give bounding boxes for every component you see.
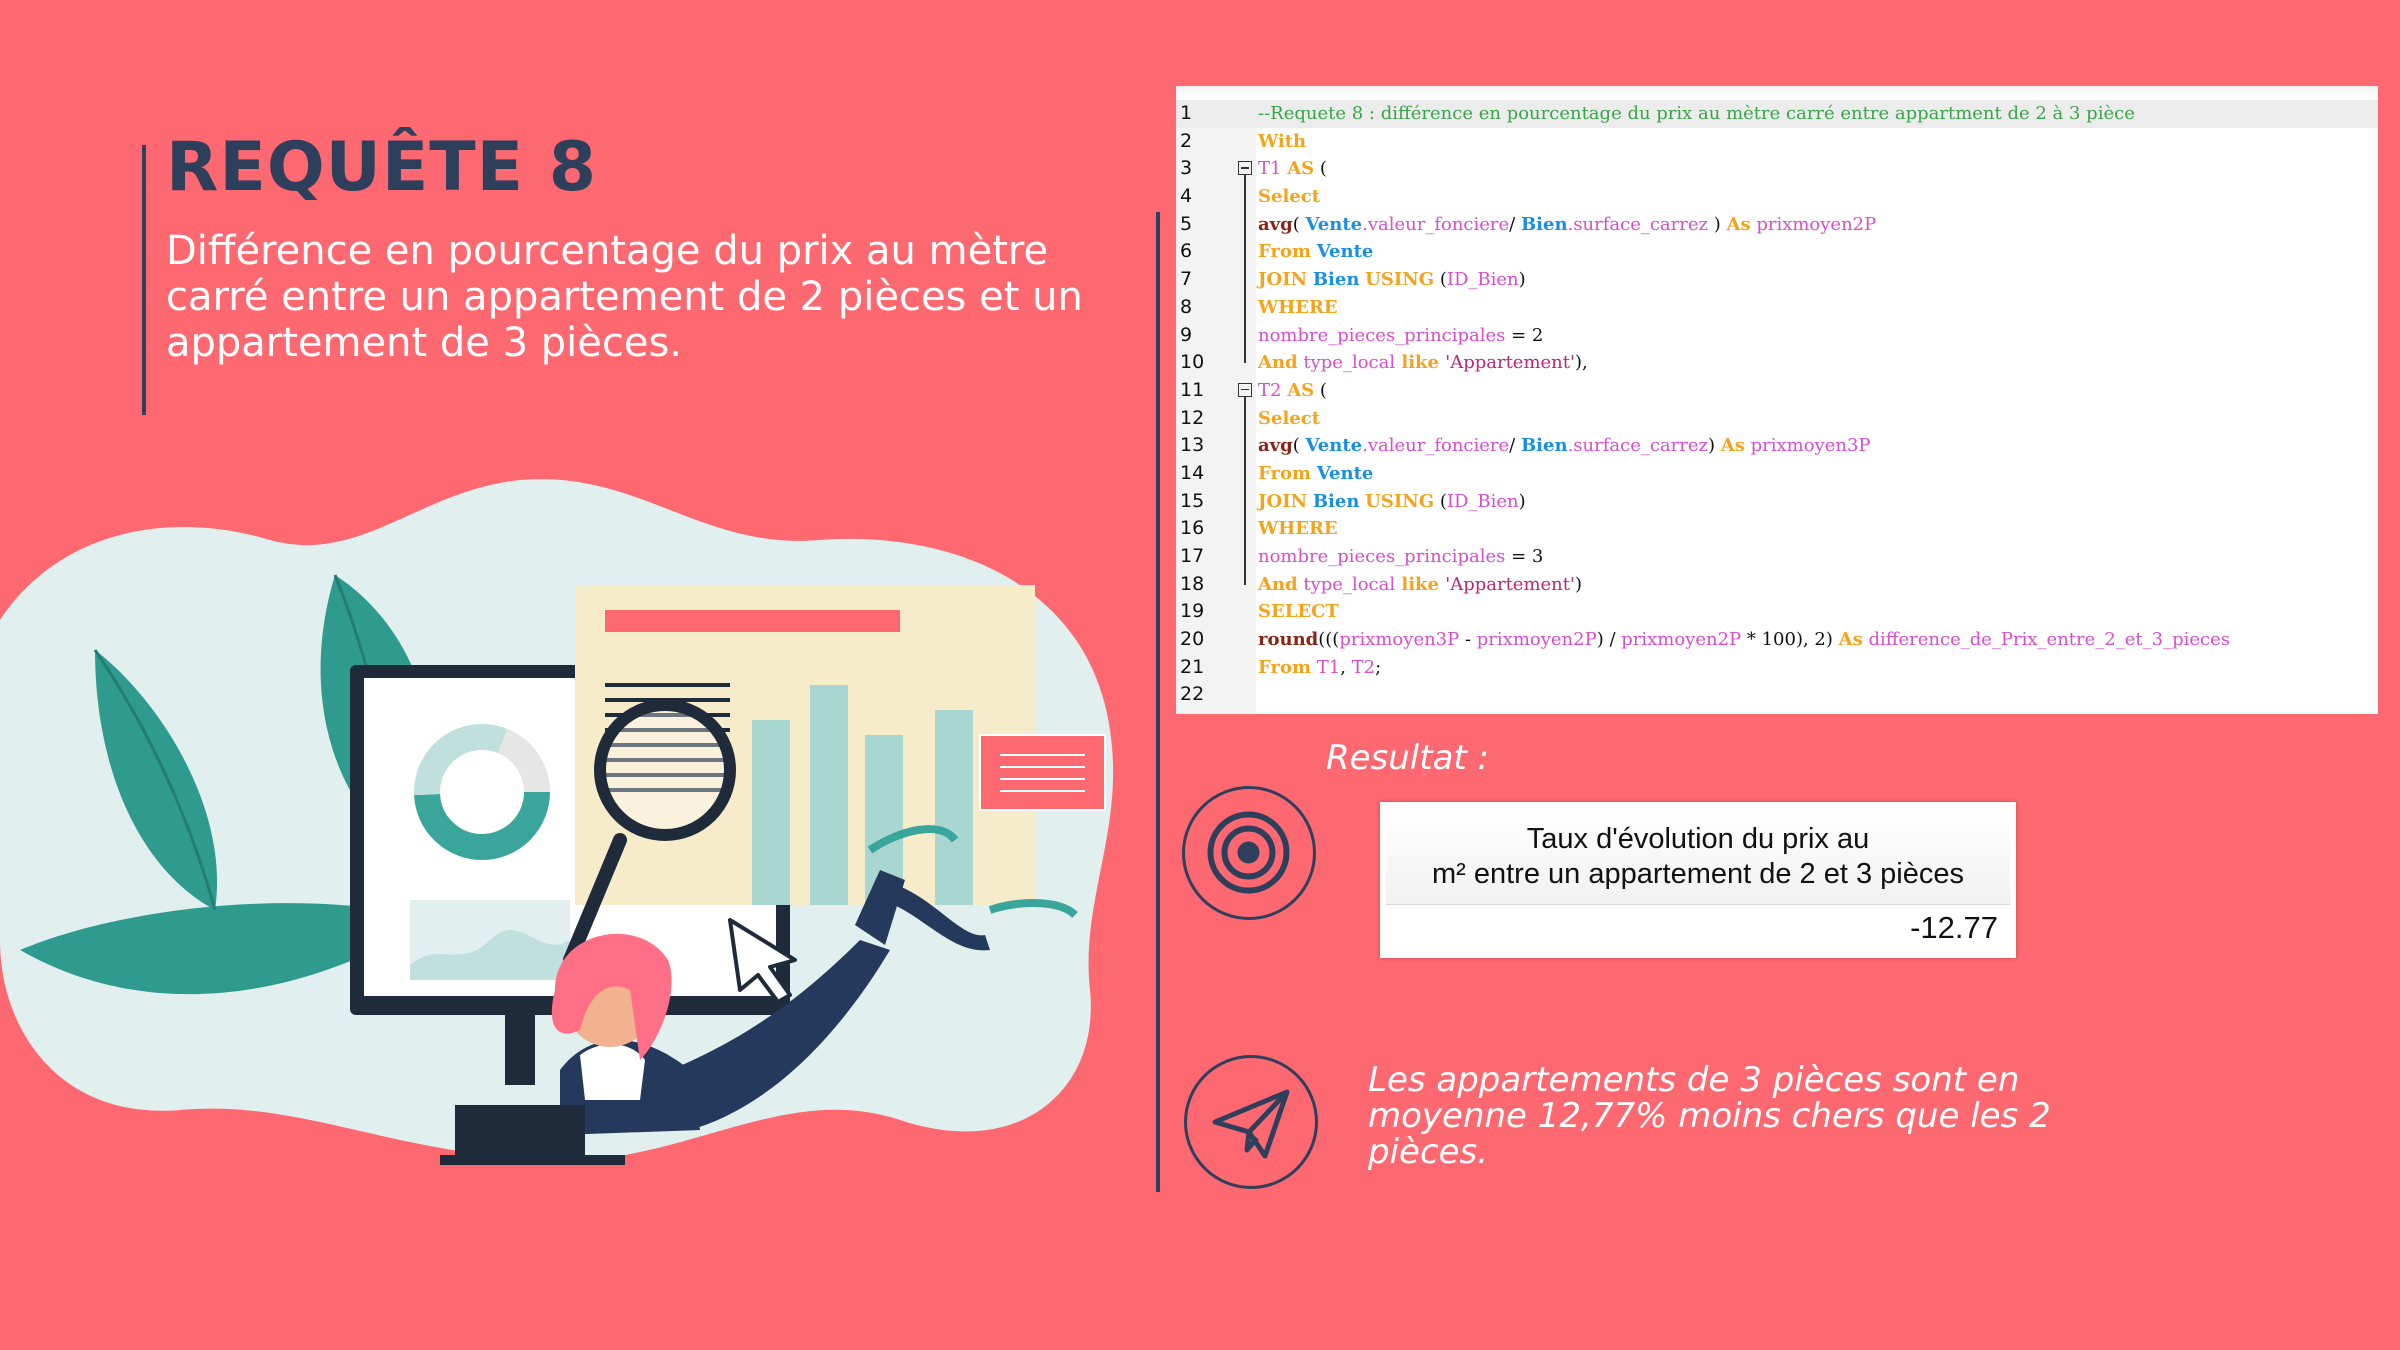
vertical-divider <box>1156 212 1160 1192</box>
line-number: 12 <box>1180 406 1205 429</box>
code-line: 15 JOIN Bien USING (ID_Bien) <box>1176 488 2378 516</box>
code-line: 3 T1 AS ( <box>1176 155 2378 183</box>
code-text: WHERE <box>1258 296 1338 318</box>
data-analysis-illustration <box>0 479 1114 1165</box>
sql-code-lines: 1 --Requete 8 : différence en pourcentage… <box>1176 100 2378 709</box>
code-text: T2 AS ( <box>1258 379 1327 401</box>
code-text: avg( Vente.valeur_fonciere/ Bien.surface… <box>1258 213 1877 235</box>
line-number: 19 <box>1180 600 1205 623</box>
code-text: With <box>1258 130 1307 152</box>
code-text: avg( Vente.valeur_fonciere/ Bien.surface… <box>1258 435 1871 457</box>
code-line: 16 WHERE <box>1176 515 2378 543</box>
code-line: 12 Select <box>1176 405 2378 433</box>
code-text: Select <box>1258 186 1321 208</box>
slide-subtitle: Différence en pourcentage du prix au mèt… <box>166 228 1083 366</box>
line-number: 20 <box>1180 628 1205 651</box>
result-icon-circle <box>1182 786 1316 920</box>
code-text: nombre_pieces_principales = 2 <box>1258 324 1544 346</box>
result-header-line-2: m² entre un appartement de 2 et 3 pièces <box>1432 858 1964 890</box>
code-line: 7 JOIN Bien USING (ID_Bien) <box>1176 266 2378 294</box>
line-number: 11 <box>1180 378 1205 401</box>
code-text: And type_local like 'Appartement'), <box>1258 352 1588 374</box>
line-number: 14 <box>1180 461 1205 484</box>
code-text: From Vente <box>1258 462 1374 484</box>
code-line: 2 With <box>1176 128 2378 156</box>
line-number: 8 <box>1180 295 1193 318</box>
result-header-line-1: Taux d'évolution du prix au <box>1526 823 1870 855</box>
line-number: 6 <box>1180 240 1193 263</box>
code-line: 1 --Requete 8 : différence en pourcentage… <box>1176 100 2378 128</box>
code-line: 18 And type_local like 'Appartement') <box>1176 571 2378 599</box>
result-column-header: Taux d'évolution du prix au m² entre un … <box>1386 808 2010 905</box>
line-number: 13 <box>1180 434 1205 457</box>
code-line: 14 From Vente <box>1176 460 2378 488</box>
code-text: round(((prixmoyen3P - prixmoyen2P) / pri… <box>1258 629 2230 651</box>
code-text: SELECT <box>1258 601 1339 623</box>
resultat-label: Resultat : <box>1326 738 1490 778</box>
code-line: 19 SELECT <box>1176 598 2378 626</box>
paper-plane-icon <box>1212 1089 1290 1159</box>
code-text: WHERE <box>1258 518 1338 540</box>
code-line: 13 avg( Vente.valeur_fonciere/ Bien.surf… <box>1176 432 2378 460</box>
code-text: nombre_pieces_principales = 3 <box>1258 546 1544 567</box>
code-line: 11 T2 AS ( <box>1176 377 2378 405</box>
code-text: Select <box>1258 407 1321 429</box>
code-line: 8 WHERE <box>1176 294 2378 322</box>
line-number: 15 <box>1180 489 1205 512</box>
target-icon <box>1207 811 1290 894</box>
code-line: 21 From T1, T2; <box>1176 654 2378 682</box>
line-number: 3 <box>1180 157 1193 180</box>
line-number: 1 <box>1180 102 1193 124</box>
code-line: 6 From Vente <box>1176 238 2378 266</box>
fold-toggle-icon[interactable] <box>1238 382 1252 397</box>
laptop <box>455 1105 585 1157</box>
line-number: 7 <box>1180 268 1193 291</box>
code-line: 10 And type_local like 'Appartement'), <box>1176 349 2378 377</box>
sql-code-panel: 1 --Requete 8 : différence en pourcentage… <box>1176 86 2378 714</box>
code-text: And type_local like 'Appartement') <box>1258 573 1582 595</box>
line-number: 16 <box>1180 517 1205 540</box>
conclusion-text: Les appartements de 3 pièces sont en moy… <box>1368 1060 2051 1172</box>
code-text: JOIN Bien USING (ID_Bien) <box>1258 269 1526 291</box>
code-text: From T1, T2; <box>1258 656 1382 678</box>
line-number: 4 <box>1180 185 1193 208</box>
code-text: JOIN Bien USING (ID_Bien) <box>1258 490 1526 512</box>
fold-toggle-icon[interactable] <box>1238 161 1252 176</box>
code-text: --Requete 8 : différence en pourcentage … <box>1258 103 2135 124</box>
magnifier-icon <box>594 699 736 841</box>
code-line: 4 Select <box>1176 183 2378 211</box>
line-number: 21 <box>1180 655 1205 678</box>
line-number: 9 <box>1180 323 1193 346</box>
code-line: 17 nombre_pieces_principales = 3 <box>1176 543 2378 571</box>
fold-guide-line <box>1244 175 1246 364</box>
code-line: 20 round(((prixmoyen3P - prixmoyen2P) / … <box>1176 626 2378 654</box>
line-number: 10 <box>1180 351 1205 374</box>
result-value: -12.77 <box>1910 910 1998 945</box>
line-number: 18 <box>1180 572 1205 595</box>
line-number: 2 <box>1180 129 1193 152</box>
code-line: 9 nombre_pieces_principales = 2 <box>1176 322 2378 350</box>
conclusion-icon-circle <box>1184 1055 1318 1189</box>
line-number: 5 <box>1180 212 1193 235</box>
line-number: 17 <box>1180 545 1205 567</box>
code-line: 22 <box>1176 681 2378 709</box>
code-text: T1 AS ( <box>1258 158 1327 180</box>
fold-guide-line <box>1244 397 1246 585</box>
line-number: 22 <box>1180 683 1205 706</box>
slide-title: REQUÊTE 8 <box>166 128 598 207</box>
result-table: Taux d'évolution du prix au m² entre un … <box>1380 802 2016 958</box>
code-text: From Vente <box>1258 241 1374 263</box>
code-line: 5 avg( Vente.valeur_fonciere/ Bien.surfa… <box>1176 211 2378 239</box>
title-accent-bar <box>142 145 146 415</box>
